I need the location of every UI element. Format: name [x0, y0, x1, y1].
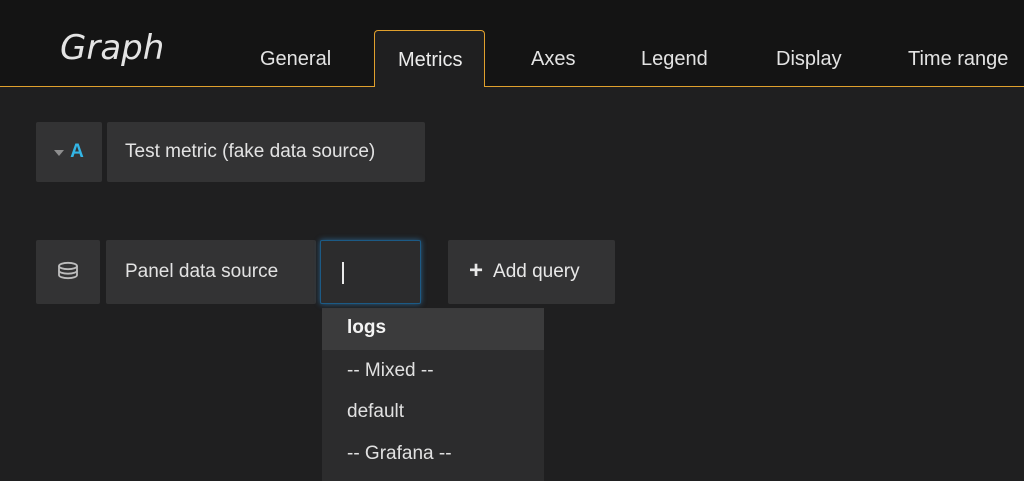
datasource-option-default[interactable]: default [322, 393, 544, 434]
database-icon [58, 261, 78, 280]
add-query-label: Add query [493, 261, 580, 282]
tab-legend[interactable]: Legend [641, 48, 708, 71]
datasource-icon-box [36, 240, 100, 304]
panel-title: Graph [60, 28, 165, 68]
tab-metrics[interactable]: Metrics [374, 30, 486, 88]
tab-axes[interactable]: Axes [531, 48, 575, 71]
datasource-dropdown: logs -- Mixed -- default -- Grafana -- [322, 308, 544, 481]
datasource-search-input[interactable] [320, 240, 421, 304]
panel-editor-header: Graph General Metrics Axes Legend Displa… [0, 0, 1024, 88]
tab-display[interactable]: Display [776, 48, 842, 71]
query-ref-id: A [70, 141, 84, 162]
datasource-option-logs[interactable]: logs [322, 309, 544, 350]
add-query-button[interactable]: + Add query [448, 240, 615, 304]
tab-general[interactable]: General [260, 48, 331, 71]
panel-datasource-label: Panel data source [106, 240, 316, 304]
text-cursor [342, 262, 344, 284]
plus-icon: + [469, 256, 484, 284]
query-collapse-toggle[interactable]: A [36, 122, 102, 182]
query-header-label[interactable]: Test metric (fake data source) [107, 122, 425, 182]
tab-time-range[interactable]: Time range [908, 48, 1008, 71]
datasource-option-grafana[interactable]: -- Grafana -- [322, 435, 544, 476]
datasource-option-mixed[interactable]: -- Mixed -- [322, 352, 544, 393]
caret-down-icon [54, 150, 65, 156]
